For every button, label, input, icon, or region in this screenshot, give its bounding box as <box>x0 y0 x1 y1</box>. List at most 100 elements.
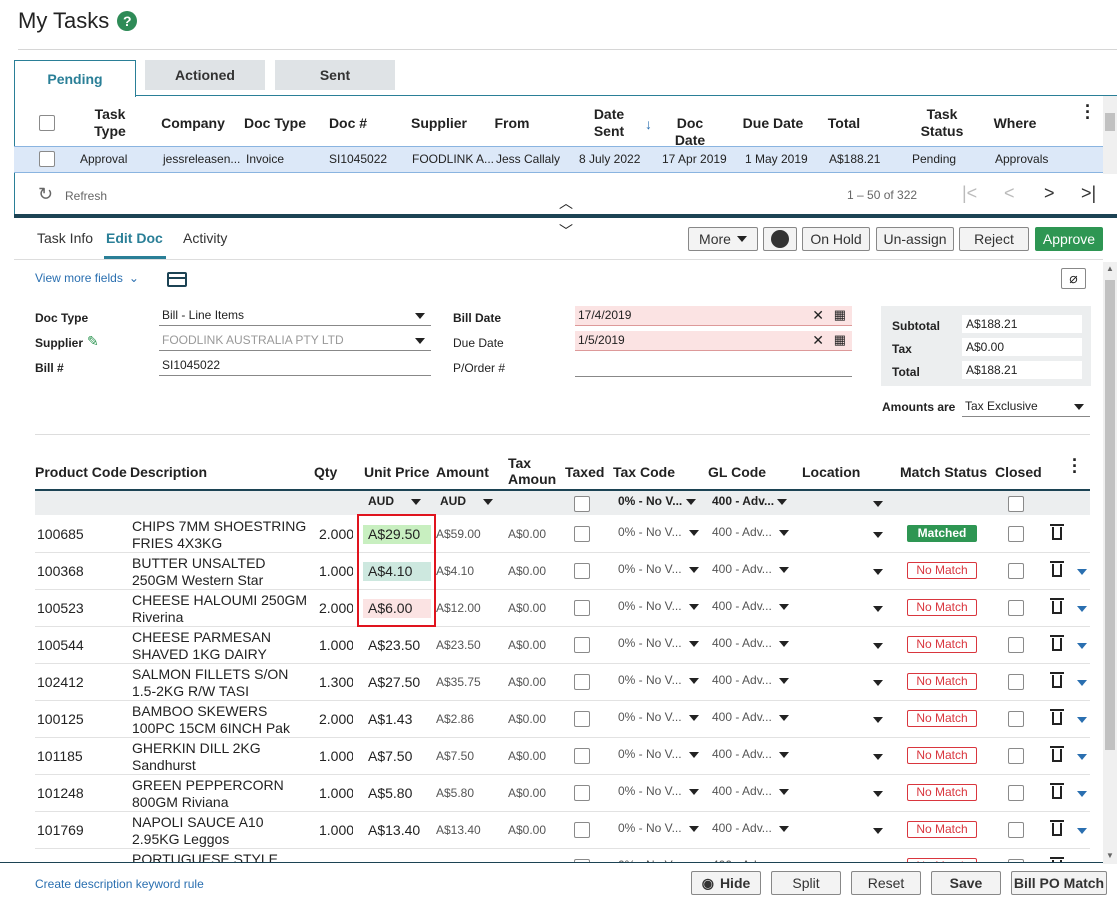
col-from[interactable]: From <box>492 115 532 132</box>
cell-tax-code[interactable]: 0% - No V... <box>618 673 699 687</box>
help-icon[interactable]: ? <box>117 11 138 31</box>
cell-tax-code[interactable]: 0% - No V... <box>618 525 699 539</box>
expand-row-icon[interactable] <box>1077 747 1087 763</box>
attachment-icon[interactable]: ⌀ <box>1061 268 1086 289</box>
expand-row-icon[interactable] <box>1077 784 1087 800</box>
expand-row-icon[interactable] <box>1077 636 1087 652</box>
cell-description[interactable]: GHERKIN DILL 2KG Sandhurst <box>132 740 312 774</box>
col-tax-code[interactable]: Tax Code <box>613 464 675 480</box>
cell-qty[interactable]: 1.0000 <box>319 822 353 838</box>
tab-actioned[interactable]: Actioned <box>145 60 265 90</box>
supplier-select[interactable]: FOODLINK AUSTRALIA PTY LTD <box>159 331 431 351</box>
cell-gl-code[interactable]: 400 - Adv... <box>712 562 790 576</box>
cell-location[interactable] <box>873 710 883 726</box>
bill-no-field[interactable]: SI1045022 <box>159 356 431 376</box>
cell-unit-price[interactable]: A$1.43 <box>363 710 431 729</box>
more-button[interactable]: More <box>688 227 758 251</box>
line-item-row[interactable]: 100368 BUTTER UNSALTED 250GM Western Star… <box>35 553 1090 590</box>
col-location[interactable]: Location <box>802 464 860 480</box>
cell-unit-price[interactable]: A$27.50 <box>363 673 431 692</box>
hide-button[interactable]: ◉ Hide <box>691 871 761 895</box>
trash-icon[interactable] <box>1050 746 1064 764</box>
cell-tax-code[interactable]: 0% - No V... <box>618 784 699 798</box>
match-status-badge[interactable]: No Match <box>907 636 977 653</box>
col-product-code[interactable]: Product Code <box>35 464 127 480</box>
cell-gl-code[interactable]: 400 - Adv... <box>712 710 790 724</box>
reset-button[interactable]: Reset <box>851 871 921 895</box>
match-status-badge[interactable]: No Match <box>907 784 977 801</box>
cell-gl-code[interactable]: 400 - Adv... <box>712 673 790 687</box>
expand-row-icon[interactable] <box>1077 673 1087 689</box>
column-menu-icon[interactable]: · · · <box>1085 97 1091 127</box>
tab-edit-doc[interactable]: Edit Doc <box>106 230 163 246</box>
select-all-checkbox[interactable] <box>39 115 55 131</box>
cell-unit-price[interactable]: A$13.40 <box>363 821 431 840</box>
col-closed[interactable]: Closed <box>995 464 1042 480</box>
refresh-label[interactable]: Refresh <box>65 189 107 203</box>
cell-qty[interactable]: 1.0000 <box>319 748 353 764</box>
cell-location[interactable] <box>873 747 883 763</box>
first-page-icon[interactable]: |< <box>962 183 977 204</box>
doc-type-select[interactable]: Bill - Line Items <box>159 306 431 326</box>
trash-icon[interactable] <box>1050 783 1064 801</box>
bill-po-match-button[interactable]: Bill PO Match <box>1011 871 1107 895</box>
cell-unit-price[interactable]: A$5.80 <box>363 784 431 803</box>
col-taxed[interactable]: Taxed <box>565 464 604 480</box>
cell-tax-code[interactable]: 0% - No V... <box>618 636 699 650</box>
cell-unit-price[interactable]: A$23.50 <box>363 636 431 655</box>
taxed-checkbox[interactable] <box>574 822 590 838</box>
cell-qty[interactable]: 1.3000 <box>319 674 353 690</box>
trash-icon[interactable] <box>1050 820 1064 838</box>
expand-row-icon[interactable] <box>1077 821 1087 837</box>
calendar-icon[interactable]: ▦ <box>834 307 846 323</box>
line-item-row[interactable]: 101769 NAPOLI SAUCE A10 2.95KG Leggos 1.00… <box>35 812 1090 849</box>
cell-gl-code[interactable]: 400 - Adv... <box>712 636 790 650</box>
taxed-checkbox[interactable] <box>574 526 590 542</box>
on-hold-button[interactable]: On Hold <box>802 227 870 251</box>
edit-pencil-icon[interactable]: ✎ <box>87 333 99 350</box>
amount-currency-filter[interactable]: AUD <box>440 494 494 508</box>
closed-checkbox[interactable] <box>1008 711 1024 727</box>
col-tax-amount[interactable]: Tax Amoun <box>508 455 556 487</box>
cell-description[interactable]: SALMON FILLETS S/ON 1.5-2KG R/W TASI <box>132 666 312 700</box>
cell-gl-code[interactable]: 400 - Adv... <box>712 784 790 798</box>
scroll-down-icon[interactable]: ▼ <box>1106 851 1114 860</box>
expand-row-icon[interactable] <box>1077 562 1087 578</box>
cell-location[interactable] <box>873 525 883 541</box>
sort-down-icon[interactable]: ↓ <box>645 116 652 132</box>
clear-icon[interactable]: ✕ <box>812 307 824 324</box>
clear-icon[interactable]: ✕ <box>812 332 824 349</box>
match-status-badge[interactable]: No Match <box>907 710 977 727</box>
closed-checkbox[interactable] <box>1008 785 1024 801</box>
cell-description[interactable]: GREEN PEPPERCORN 800GM Riviana <box>132 777 312 811</box>
col-gl-code[interactable]: GL Code <box>708 464 766 480</box>
col-match-status[interactable]: Match Status <box>900 464 987 480</box>
closed-checkbox[interactable] <box>1008 526 1024 542</box>
next-page-icon[interactable]: > <box>1044 183 1055 204</box>
cell-tax-code[interactable]: 0% - No V... <box>618 710 699 724</box>
col-total[interactable]: Total <box>826 115 862 132</box>
cell-gl-code[interactable]: 400 - Adv... <box>712 525 790 539</box>
col-supplier[interactable]: Supplier <box>410 115 468 132</box>
match-status-badge[interactable]: No Match <box>907 599 977 616</box>
due-date-field[interactable]: 1/5/2019 ✕ ▦ <box>575 331 852 351</box>
trash-icon[interactable] <box>1050 672 1064 690</box>
tab-pending[interactable]: Pending <box>14 60 136 97</box>
trash-icon[interactable] <box>1050 709 1064 727</box>
line-item-row[interactable]: 100685 CHIPS 7MM SHOESTRING FRIES 4X3KG 2.… <box>35 516 1090 553</box>
cell-description[interactable]: NAPOLI SAUCE A10 2.95KG Leggos <box>132 814 312 848</box>
cell-qty[interactable]: 1.0000 <box>319 785 353 801</box>
col-where[interactable]: Where <box>992 115 1038 132</box>
cell-unit-price[interactable]: A$7.50 <box>363 747 431 766</box>
card-icon[interactable] <box>167 272 187 287</box>
prev-page-icon[interactable]: < <box>1004 183 1015 204</box>
amounts-select[interactable]: Tax Exclusive <box>962 397 1090 417</box>
taxed-checkbox[interactable] <box>574 748 590 764</box>
taxed-checkbox[interactable] <box>574 637 590 653</box>
cell-description[interactable]: CHEESE PARMESAN SHAVED 1KG DAIRY <box>132 629 312 663</box>
col-company[interactable]: Company <box>160 115 226 132</box>
tab-sent[interactable]: Sent <box>275 60 395 90</box>
scroll-thumb[interactable] <box>1105 280 1115 750</box>
cell-tax-code[interactable]: 0% - No V... <box>618 747 699 761</box>
cell-qty[interactable]: 2.0000 <box>319 711 353 727</box>
